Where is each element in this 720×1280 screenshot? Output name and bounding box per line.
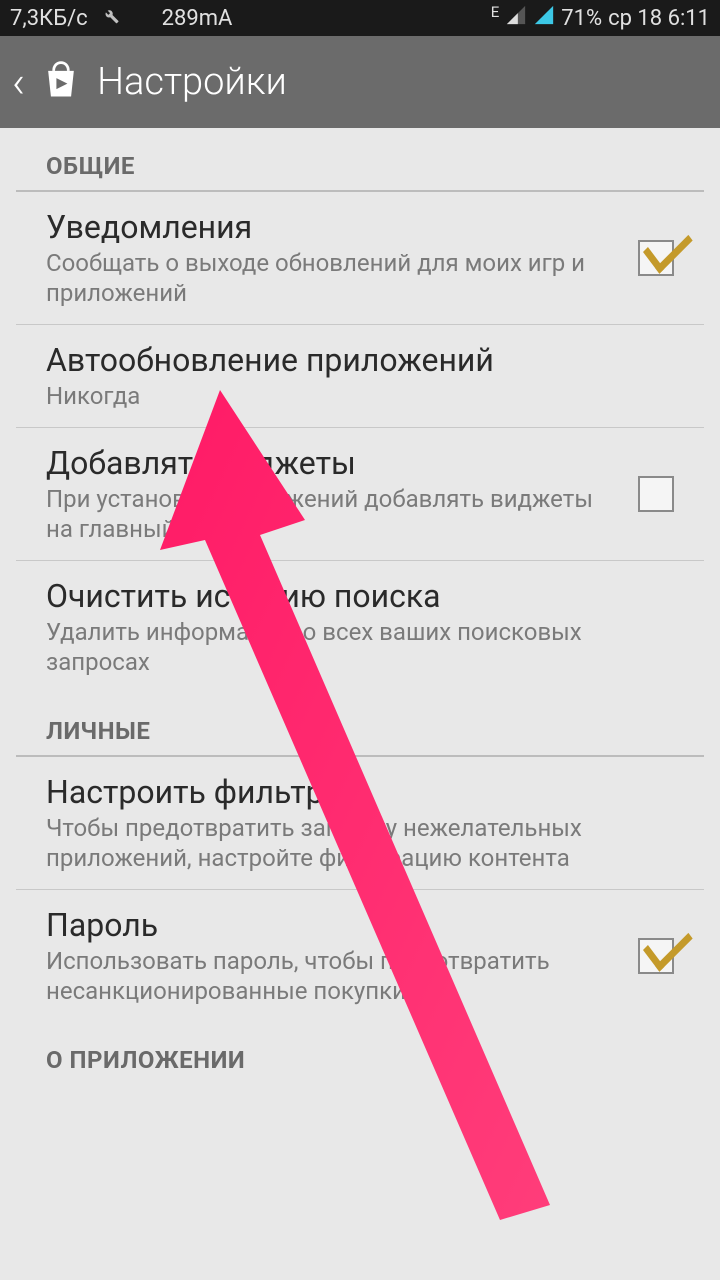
setting-title: Пароль [46, 906, 622, 944]
setting-subtitle: Удалить информацию о всех ваших поисковы… [46, 617, 674, 677]
data-rate: 7,3КБ/с [10, 6, 88, 31]
setting-title: Уведомления [46, 208, 622, 246]
setting-subtitle: Сообщать о выходе обновлений для моих иг… [46, 248, 622, 308]
checkbox-notifications[interactable] [638, 240, 674, 276]
checkbox-widgets[interactable] [638, 476, 674, 512]
section-header-personal: ЛИЧНЫЕ [16, 693, 704, 757]
signal-icon-2 [533, 4, 555, 32]
setting-subtitle: Использовать пароль, чтобы предотвратить… [46, 946, 622, 1006]
setting-widgets[interactable]: Добавлять виджеты При установке приложен… [16, 428, 704, 561]
setting-title: Автообновление приложений [46, 341, 674, 379]
setting-password[interactable]: Пароль Использовать пароль, чтобы предот… [16, 890, 704, 1022]
back-icon[interactable]: ‹ [12, 56, 25, 108]
setting-subtitle: Чтобы предотвратить загрузку нежелательн… [46, 813, 674, 873]
setting-notifications[interactable]: Уведомления Сообщать о выходе обновлений… [16, 192, 704, 325]
section-header-general: ОБЩИЕ [16, 128, 704, 192]
signal-icon-1 [505, 4, 527, 32]
setting-autoupdate[interactable]: Автообновление приложений Никогда [16, 325, 704, 428]
status-bar: 7,3КБ/с 289mA E 71% ср 18 6:11 [0, 0, 720, 36]
play-store-icon[interactable] [39, 58, 83, 106]
setting-title: Очистить историю поиска [46, 577, 674, 615]
date-time: ср 18 6:11 [608, 6, 710, 31]
setting-clear-search[interactable]: Очистить историю поиска Удалить информац… [16, 561, 704, 693]
setting-title: Настроить фильтр [46, 773, 674, 811]
setting-subtitle: При установке приложений добавлять видже… [46, 484, 622, 544]
action-bar: ‹ Настройки [0, 36, 720, 128]
setting-title: Добавлять виджеты [46, 444, 622, 482]
page-title: Настройки [97, 60, 287, 104]
setting-subtitle: Никогда [46, 381, 674, 411]
settings-content: ОБЩИЕ Уведомления Сообщать о выходе обно… [0, 128, 720, 1078]
edge-indicator: E [491, 3, 500, 21]
battery-percent: 71% [561, 6, 602, 31]
current-draw: 289mA [162, 6, 233, 31]
checkbox-password[interactable] [638, 938, 674, 974]
setting-filter[interactable]: Настроить фильтр Чтобы предотвратить заг… [16, 757, 704, 890]
section-header-about: О ПРИЛОЖЕНИИ [16, 1022, 704, 1078]
wrench-icon [100, 5, 120, 31]
